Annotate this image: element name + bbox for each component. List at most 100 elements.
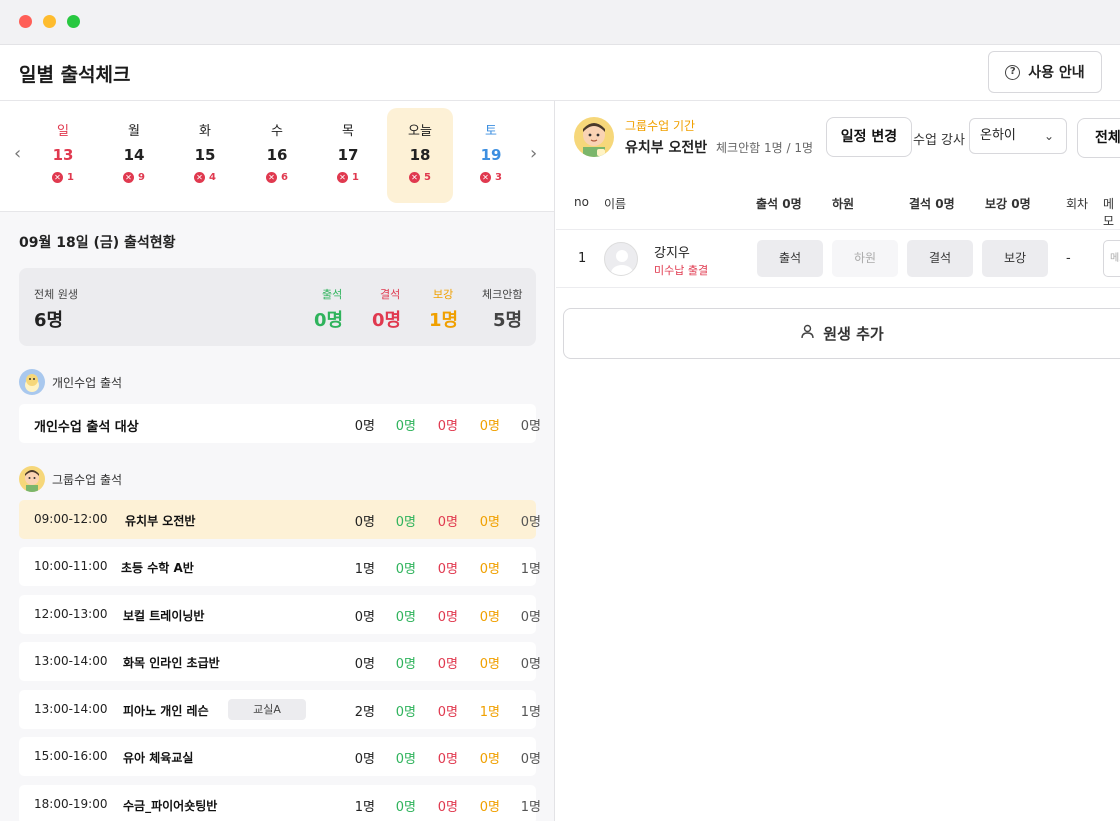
add-student-label: 원생 추가 <box>823 325 884 343</box>
close-window-button[interactable] <box>19 15 32 28</box>
day-absent-count: ✕ 1 <box>30 172 96 183</box>
day-date: 19 <box>480 146 502 164</box>
individual-row[interactable]: 개인수업 출석 대상 0명 0명 0명 0명 0명 <box>19 404 541 443</box>
day-absent-value: 1 <box>67 172 74 183</box>
makeup-button[interactable]: 보강 <box>982 240 1048 277</box>
count-attend: 0명 <box>395 705 416 720</box>
day-absent-count: ✕ 9 <box>101 172 167 183</box>
count-total: 1명 <box>354 562 375 577</box>
col-name: 이름 <box>604 197 627 211</box>
chevron-down-icon: ⌄ <box>1043 129 1054 143</box>
row-divider <box>556 287 1120 288</box>
group-class-row[interactable]: 18:00-19:00 수금_파이어숏팅반 1명 0명 0명 0명 1명 <box>19 785 541 821</box>
group-period-label: 그룹수업 기간 <box>625 119 696 133</box>
count-makeup: 0명 <box>479 419 500 434</box>
count-absent: 0명 <box>437 800 458 815</box>
daily-attendance-panel: ‹ 일 13 ✕ 1 월 14 ✕ 9 화 15 ✕ 4 수 16 ✕ 6 목 17 ✕… <box>0 101 555 821</box>
day-absent-count: ✕ 3 <box>458 172 524 183</box>
page-title: 일별 출석체크 <box>19 64 131 86</box>
col-makeup[interactable]: 보강 0명 <box>985 195 1031 212</box>
day-name: 토 <box>485 124 497 139</box>
day-absent-count: ✕ 5 <box>387 172 453 183</box>
calendar-day-sun[interactable]: 일 13 ✕ 1 <box>30 108 96 203</box>
calendar-day-thu[interactable]: 목 17 ✕ 1 <box>315 108 381 203</box>
class-name: 초등 수학 A반 <box>121 561 194 575</box>
group-class-row[interactable]: 10:00-11:00 초등 수학 A반 1명 0명 0명 0명 1명 <box>19 547 541 586</box>
makeup-label: 보강 <box>433 288 454 301</box>
attend-value: 0명 <box>314 310 344 331</box>
class-name: 유치부 오전반 <box>125 514 196 528</box>
all-button[interactable]: 전체 <box>1077 118 1120 158</box>
table-divider <box>556 229 1120 230</box>
col-leave[interactable]: 하원 <box>832 195 854 212</box>
calendar-day-wed[interactable]: 수 16 ✕ 6 <box>244 108 310 203</box>
count-attend: 0명 <box>395 800 416 815</box>
day-absent-count: ✕ 6 <box>244 172 310 183</box>
day-date: 14 <box>123 146 145 164</box>
guide-button[interactable]: ? 사용 안내 <box>988 51 1102 93</box>
count-absent: 0명 <box>437 515 458 530</box>
room-badge: 교실A <box>228 699 306 720</box>
change-schedule-button[interactable]: 일정 변경 <box>826 117 912 157</box>
minimize-window-button[interactable] <box>43 15 56 28</box>
count-unchecked: 0명 <box>520 657 541 672</box>
count-attend: 0명 <box>395 419 416 434</box>
col-attend[interactable]: 출석 0명 <box>756 195 802 212</box>
group-class-row[interactable]: 09:00-12:00 유치부 오전반 0명 0명 0명 0명 0명 <box>19 500 541 539</box>
day-date: 13 <box>52 146 74 164</box>
count-unchecked: 0명 <box>520 419 541 434</box>
count-unchecked: 0명 <box>520 610 541 625</box>
teacher-select[interactable]: 온하이 ⌄ <box>969 118 1067 154</box>
calendar-day-mon[interactable]: 월 14 ✕ 9 <box>101 108 167 203</box>
count-total: 0명 <box>354 657 375 672</box>
group-section-header: 그룹수업 출석 <box>19 466 122 492</box>
day-name: 월 <box>128 124 140 139</box>
absent-x-icon: ✕ <box>337 172 349 183</box>
help-icon: ? <box>1005 64 1021 80</box>
count-attend: 0명 <box>395 562 416 577</box>
col-session: 회차 <box>1066 197 1089 211</box>
class-name: 화목 인라인 초급반 <box>123 656 220 670</box>
absent-x-icon: ✕ <box>480 172 492 183</box>
group-class-row[interactable]: 13:00-14:00 화목 인라인 초급반 0명 0명 0명 0명 0명 <box>19 642 541 681</box>
day-date: 15 <box>194 146 216 164</box>
group-class-row[interactable]: 13:00-14:00 피아노 개인 레슨 교실A 2명 0명 0명 1명 1명 <box>19 690 541 729</box>
maximize-window-button[interactable] <box>67 15 80 28</box>
individual-avatar-icon <box>19 369 45 395</box>
count-attend: 0명 <box>395 515 416 530</box>
day-absent-value: 3 <box>495 172 502 183</box>
count-absent: 0명 <box>437 562 458 577</box>
student-avatar-icon <box>604 242 638 276</box>
group-section-label: 그룹수업 출석 <box>52 472 123 487</box>
add-student-button[interactable]: 원생 추가 <box>563 308 1120 359</box>
group-check-status: 체크안함 1명 / 1명 <box>716 141 813 155</box>
attend-button[interactable]: 출석 <box>757 240 823 277</box>
group-class-row[interactable]: 15:00-16:00 유아 체육교실 0명 0명 0명 0명 0명 <box>19 737 541 776</box>
class-time: 13:00-14:00 <box>34 702 108 716</box>
count-attend: 0명 <box>395 657 416 672</box>
count-makeup: 1명 <box>479 705 500 720</box>
group-class-row[interactable]: 12:00-13:00 보컬 트레이닝반 0명 0명 0명 0명 0명 <box>19 595 541 634</box>
memo-input[interactable]: 메모 <box>1103 240 1120 277</box>
count-attend: 0명 <box>395 610 416 625</box>
count-makeup: 0명 <box>479 800 500 815</box>
class-name: 피아노 개인 레슨 <box>123 704 209 718</box>
group-detail-panel: 그룹수업 기간 유치부 오전반 체크안함 1명 / 1명 일정 변경 수업 강사… <box>556 101 1120 821</box>
absent-value: 0명 <box>372 310 402 331</box>
day-date: 17 <box>337 146 359 164</box>
col-absent[interactable]: 결석 0명 <box>909 195 955 212</box>
day-name: 일 <box>57 124 69 139</box>
day-absent-count: ✕ 4 <box>172 172 238 183</box>
calendar-day-today[interactable]: 오늘 18 ✕ 5 <box>387 108 453 203</box>
calendar-day-sat[interactable]: 토 19 ✕ 3 <box>458 108 524 203</box>
day-date: 18 <box>409 146 431 164</box>
count-total: 1명 <box>354 800 375 815</box>
next-week-chevron-icon[interactable]: › <box>530 143 537 164</box>
leave-button[interactable]: 하원 <box>832 240 898 277</box>
count-total: 0명 <box>354 419 375 434</box>
absent-button[interactable]: 결석 <box>907 240 973 277</box>
class-time: 10:00-11:00 <box>34 559 108 573</box>
prev-week-chevron-icon[interactable]: ‹ <box>14 143 21 164</box>
absent-x-icon: ✕ <box>194 172 206 183</box>
calendar-day-tue[interactable]: 화 15 ✕ 4 <box>172 108 238 203</box>
